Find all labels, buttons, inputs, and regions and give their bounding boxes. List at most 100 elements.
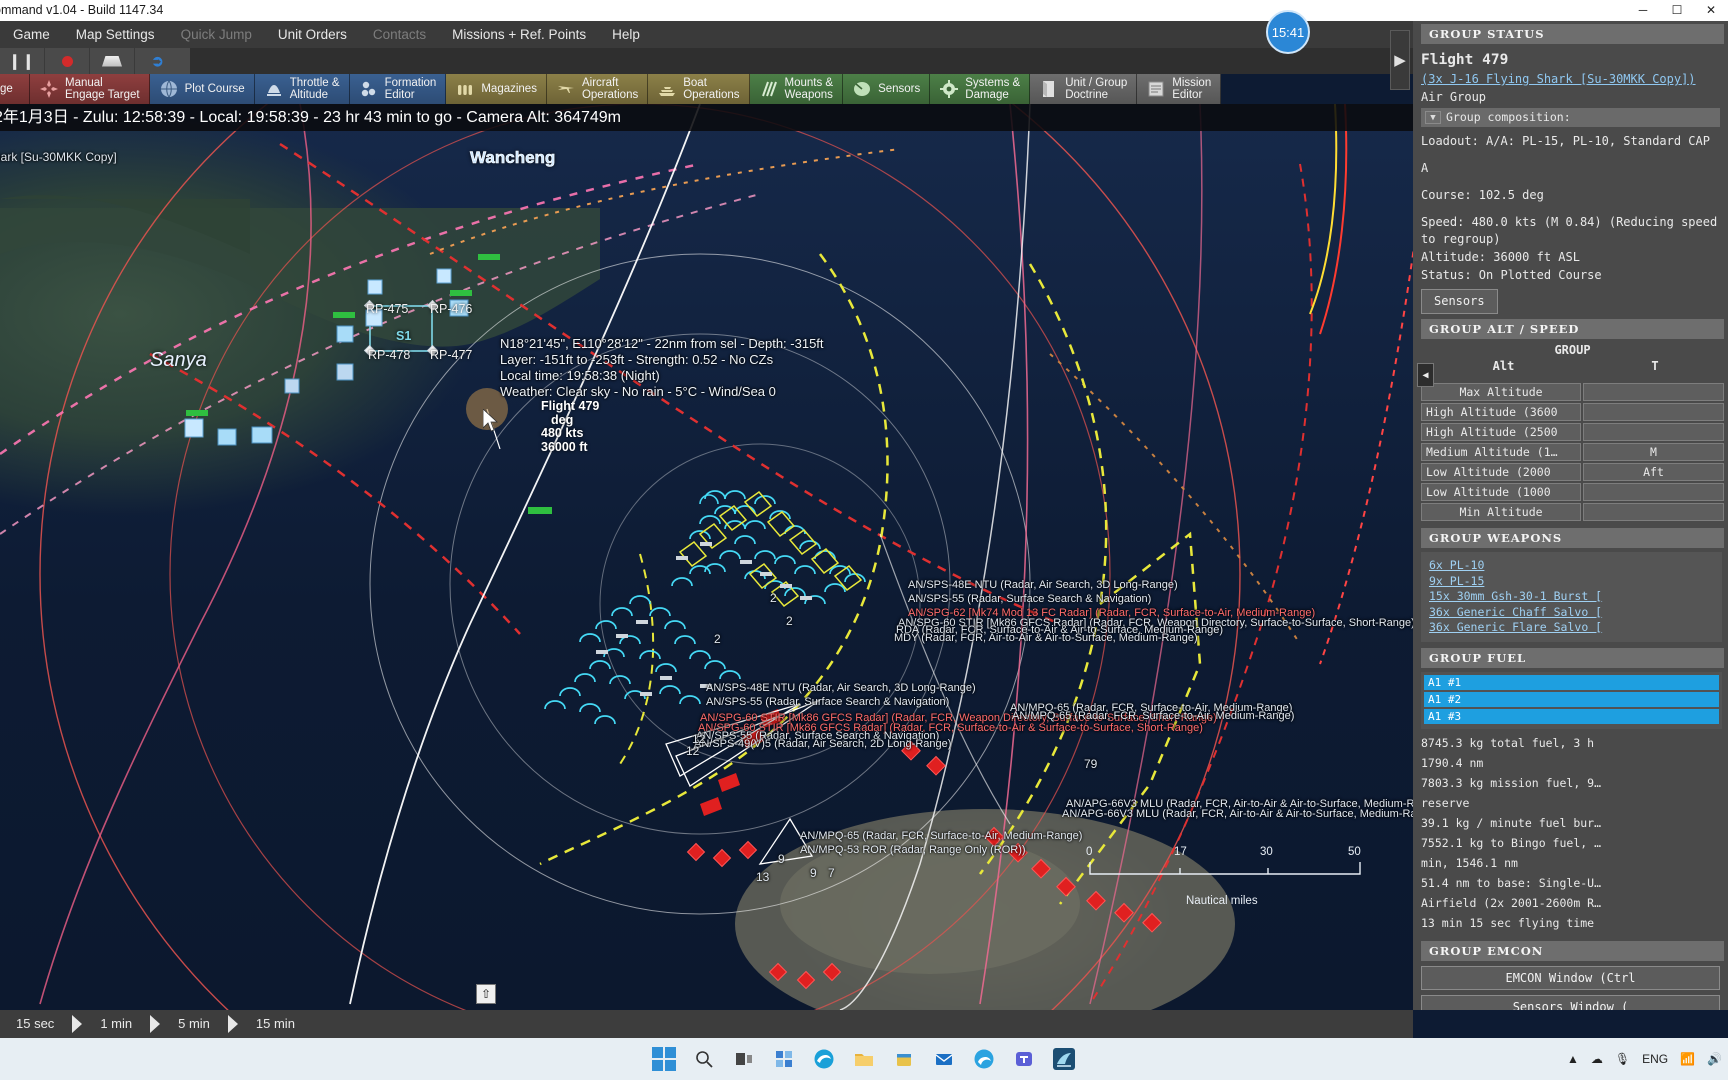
alt-speed-collapse-button[interactable]: ◀ [1417,363,1434,387]
start-icon[interactable] [651,1046,677,1072]
sensor-text-2-6: AN/SPS-49(V)5 (Radar, Air Search, 2D Lon… [694,738,952,750]
mic-icon[interactable]: 🎙 [1615,1052,1630,1066]
timestep-button[interactable] [90,48,135,74]
alt-row-low-2000[interactable]: Low Altitude (2000 Aft [1421,463,1724,481]
ribbon-boat-operations[interactable]: Boat Operations [648,74,750,104]
explorer-icon[interactable] [851,1046,877,1072]
alt-row-low-1000[interactable]: Low Altitude (1000 [1421,483,1724,501]
ribbon-label-line1: Boat [683,76,707,89]
volume-icon[interactable]: 🔊 [1707,1052,1722,1066]
browser-icon[interactable] [971,1046,997,1072]
ref-point-rp-476[interactable]: RP-476 [430,302,472,316]
menu-item-help[interactable]: Help [599,21,653,48]
flight-label-name[interactable]: Flight 479 [541,399,599,413]
panel-expand-arrow[interactable]: ▶ [1390,30,1410,90]
teams-icon[interactable] [1011,1046,1037,1072]
timestep-5-min[interactable]: 5 min [162,1010,226,1038]
mail-icon[interactable] [931,1046,957,1072]
cloud-icon[interactable]: ☁ [1591,1052,1603,1066]
group-composition-link[interactable]: (3x J-16 Flying Shark [Su-30MKK Copy]) [1421,71,1720,88]
weapon-item-pl15[interactable]: 9x PL-15 [1429,574,1714,590]
ribbon-mission-editor[interactable]: Mission Editor [1137,74,1222,104]
ribbon-throttle-altitude[interactable]: Throttle & Altitude [254,74,350,104]
alt-row-label[interactable]: Low Altitude (1000 [1421,483,1581,501]
group-fuel-header: GROUP FUEL [1421,647,1724,668]
record-button[interactable] [45,48,90,74]
alt-row-max[interactable]: Max Altitude [1421,383,1724,401]
timestep-15-min[interactable]: 15 min [240,1010,311,1038]
emcon-window-button[interactable]: EMCON Window (Ctrl [1421,965,1720,990]
edge-icon[interactable] [811,1046,837,1072]
ribbon-label-line1: Throttle & [289,76,340,89]
alt-row-label[interactable]: Min Altitude [1421,503,1581,521]
alt-row-value[interactable] [1583,503,1724,521]
chevron-up-icon[interactable]: ▲ [1567,1052,1579,1066]
taskview-icon[interactable] [731,1046,757,1072]
weapon-item-gsh301[interactable]: 15x 30mm Gsh-30-1 Burst [ [1429,589,1714,605]
group-composition-row[interactable]: ▼ Group composition: [1421,108,1720,127]
language-indicator[interactable]: ENG [1642,1052,1668,1066]
fuel-aircraft-2[interactable]: A1 #2 [1424,691,1719,707]
ribbon-magazines[interactable]: Magazines [446,74,547,104]
fuel-aircraft-3[interactable]: A1 #3 [1424,708,1719,724]
alt-row-label[interactable]: High Altitude (2500 [1421,423,1581,441]
minimize-button[interactable]: ─ [1626,0,1660,21]
ribbon-mounts-weapons[interactable]: Mounts & Weapons [749,74,844,104]
timestep-15-sec[interactable]: 15 sec [0,1010,70,1038]
chevron-down-icon[interactable]: ▼ [1425,111,1441,124]
alt-row-value[interactable]: M [1583,443,1724,461]
store-icon[interactable] [891,1046,917,1072]
sensors-window-button[interactable]: Sensors Window ( [1421,994,1720,1010]
alt-row-min[interactable]: Min Altitude [1421,503,1724,521]
menu-item-missions-ref-points[interactable]: Missions + Ref. Points [439,21,599,48]
ribbon-aircraft-operations[interactable]: Aircraft Operations [546,74,649,104]
alt-row-medium[interactable]: Medium Altitude (1… M [1421,443,1724,461]
alt-row-label[interactable]: High Altitude (3600 [1421,403,1581,421]
fuel-line-4: reserve [1421,795,1470,810]
ribbon-manual-engage-target[interactable]: Manual Engage Target [30,74,150,104]
ribbon-sensors[interactable]: Sensors [843,74,931,104]
alt-row-high-36000[interactable]: High Altitude (3600 [1421,403,1724,421]
map-expand-button[interactable]: ⇧ [476,984,496,1004]
alt-row-label[interactable]: Medium Altitude (1… [1421,443,1581,461]
alt-row-label[interactable]: Max Altitude [1421,383,1581,401]
sensors-button[interactable]: Sensors [1421,289,1498,314]
tactical-map[interactable]: 2年1月3日 - Zulu: 12:58:39 - Local: 19:58:3… [0,104,1413,1010]
step-forward-button[interactable]: ➲ [135,48,180,74]
weapon-item-flare[interactable]: 36x Generic Flare Salvo [ [1429,620,1714,636]
alt-row-value[interactable] [1583,483,1724,501]
ref-point-rp-477[interactable]: RP-477 [430,348,472,362]
ribbon-unit-group-doctrine[interactable]: Unit / Group Doctrine [1030,74,1138,104]
wifi-icon[interactable]: 📶 [1680,1052,1695,1066]
menu-item-unit-orders[interactable]: Unit Orders [265,21,360,48]
widgets-icon[interactable] [771,1046,797,1072]
alt-row-label[interactable]: Low Altitude (2000 [1421,463,1581,481]
alt-row-high-25000[interactable]: High Altitude (2500 [1421,423,1724,441]
ref-point-area-s1[interactable]: S1 [396,329,411,343]
timestep-1-min[interactable]: 1 min [84,1010,148,1038]
contact-count-3: 2 [714,632,721,646]
ref-point-rp-475[interactable]: RP-475 [366,302,408,316]
command-icon[interactable] [1051,1046,1077,1072]
menu-item-game[interactable]: Game [0,21,63,48]
maximize-button[interactable]: ☐ [1660,0,1694,21]
alt-row-value[interactable] [1583,423,1724,441]
alt-row-value[interactable] [1583,383,1724,401]
ribbon-engage-clipped[interactable]: ge [0,74,30,104]
search-icon[interactable] [691,1046,717,1072]
group-fuel-aircraft-list[interactable]: A1 #1 A1 #2 A1 #3 [1421,671,1722,729]
pause-button[interactable]: ❙❙ [0,48,45,74]
weapon-item-pl10[interactable]: 6x PL-10 [1429,558,1714,574]
ribbon-formation-editor[interactable]: Formation Editor [349,74,447,104]
ref-point-rp-478[interactable]: RP-478 [368,348,410,362]
close-button[interactable]: ✕ [1694,0,1728,21]
menu-item-map-settings[interactable]: Map Settings [63,21,168,48]
alt-row-value[interactable] [1583,403,1724,421]
fuel-line-6: 7552.1 kg to Bingo fuel, … [1421,835,1602,850]
ribbon-plot-course[interactable]: Plot Course [149,74,255,104]
alt-row-value[interactable]: Aft [1583,463,1724,481]
ribbon-systems-damage[interactable]: Systems & Damage [930,74,1031,104]
weapon-item-chaff[interactable]: 36x Generic Chaff Salvo [ [1429,605,1714,621]
fuel-aircraft-1[interactable]: A1 #1 [1424,674,1719,690]
pause-icon: ❙❙ [8,53,36,70]
